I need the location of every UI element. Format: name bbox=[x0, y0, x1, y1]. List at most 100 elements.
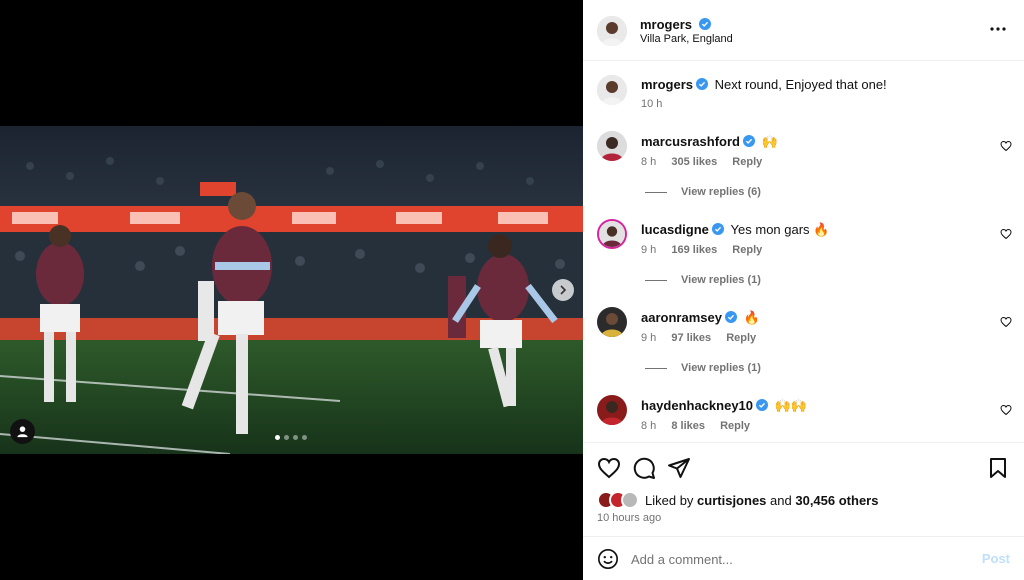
comment-meta: 8 h 305 likes Reply bbox=[641, 156, 774, 168]
replies-divider bbox=[645, 191, 667, 193]
media-panel bbox=[0, 0, 583, 580]
bookmark-icon[interactable] bbox=[986, 456, 1010, 480]
commenter-avatar[interactable] bbox=[597, 307, 627, 337]
comment-text: 🙌 bbox=[761, 134, 778, 149]
comment-username[interactable]: aaronramsey bbox=[641, 310, 722, 325]
comment-row: aaronramsey 🔥 9 h 97 likes Reply View re… bbox=[583, 304, 1024, 392]
comment-bubble-icon[interactable] bbox=[632, 456, 656, 480]
carousel-dot bbox=[284, 435, 289, 440]
likes-count[interactable]: 30,456 others bbox=[795, 493, 878, 508]
comment-meta: 9 h 97 likes Reply bbox=[641, 332, 768, 344]
commenter-avatar-image bbox=[597, 131, 627, 161]
post-viewer: mrogers Villa Park, England mrogers Next… bbox=[0, 0, 1024, 580]
post-details-panel: mrogers Villa Park, England mrogers Next… bbox=[583, 0, 1024, 580]
emoji-smile-icon[interactable] bbox=[597, 548, 619, 570]
comment-line: lucasdigne Yes mon gars 🔥 bbox=[641, 222, 829, 238]
author-avatar-image bbox=[597, 16, 627, 46]
comment-time: 9 h bbox=[641, 332, 657, 344]
view-replies-button[interactable]: View replies (6) bbox=[645, 186, 761, 198]
more-horizontal-icon[interactable] bbox=[990, 26, 1006, 32]
post-location[interactable]: Villa Park, England bbox=[640, 33, 733, 45]
comment-line: marcusrashford 🙌 bbox=[641, 134, 778, 150]
post-comment-button[interactable]: Post bbox=[982, 551, 1010, 566]
comment-row: haydenhackney10 🙌🙌 8 h 8 likes Reply bbox=[583, 392, 1024, 442]
heart-icon[interactable] bbox=[1000, 404, 1012, 416]
paper-plane-icon[interactable] bbox=[667, 456, 691, 480]
commenter-avatar[interactable] bbox=[597, 219, 627, 249]
commenter-avatar-image bbox=[599, 221, 625, 247]
comment-time: 8 h bbox=[641, 420, 657, 432]
author-avatar[interactable] bbox=[597, 75, 627, 105]
comment-likes[interactable]: 169 likes bbox=[671, 244, 717, 256]
replies-divider bbox=[645, 367, 667, 369]
comment-meta: 8 h 8 likes Reply bbox=[641, 420, 762, 432]
caption-row: mrogers Next round, Enjoyed that one! 10… bbox=[583, 72, 1024, 124]
caption-line: mrogers Next round, Enjoyed that one! bbox=[641, 77, 887, 92]
liked-by-and: and bbox=[770, 492, 792, 508]
comment-meta: 9 h 169 likes Reply bbox=[641, 244, 774, 256]
liked-by-user[interactable]: curtisjones bbox=[697, 493, 766, 508]
heart-icon[interactable] bbox=[1000, 228, 1012, 240]
comment-input[interactable] bbox=[631, 549, 961, 569]
caption-username[interactable]: mrogers bbox=[641, 77, 693, 92]
comment-composer: Post bbox=[583, 536, 1024, 580]
heart-icon[interactable] bbox=[597, 456, 621, 480]
carousel-dot bbox=[293, 435, 298, 440]
liked-by-prefix: Liked by bbox=[645, 492, 694, 508]
comment-text: 🔥 bbox=[743, 310, 760, 325]
author-username[interactable]: mrogers bbox=[640, 17, 692, 32]
comment-row: lucasdigne Yes mon gars 🔥 9 h 169 likes … bbox=[583, 216, 1024, 304]
comment-likes[interactable]: 8 likes bbox=[671, 420, 705, 432]
verified-badge-icon bbox=[724, 311, 737, 323]
heart-icon[interactable] bbox=[1000, 316, 1012, 328]
caption-time: 10 h bbox=[641, 98, 663, 110]
view-replies-label: View replies (1) bbox=[681, 274, 761, 286]
comment-likes[interactable]: 305 likes bbox=[671, 156, 717, 168]
carousel-indicator bbox=[275, 435, 307, 440]
reply-button[interactable]: Reply bbox=[720, 420, 750, 432]
chevron-right-icon bbox=[560, 285, 567, 295]
view-replies-button[interactable]: View replies (1) bbox=[645, 274, 761, 286]
comment-row: marcusrashford 🙌 8 h 305 likes Reply Vie… bbox=[583, 128, 1024, 216]
caption-meta: 10 h bbox=[641, 98, 674, 110]
view-replies-button[interactable]: View replies (1) bbox=[645, 362, 761, 374]
post-actions: Liked by curtisjones and 30,456 others 1… bbox=[583, 442, 1024, 538]
carousel-dot bbox=[275, 435, 280, 440]
liker-avatars[interactable] bbox=[597, 491, 643, 509]
comment-username[interactable]: haydenhackney10 bbox=[641, 398, 753, 413]
caption-text: Next round, Enjoyed that one! bbox=[714, 77, 887, 92]
post-photo[interactable] bbox=[0, 126, 583, 454]
author-avatar[interactable] bbox=[597, 16, 627, 46]
user-tag-icon bbox=[17, 426, 28, 438]
heart-icon[interactable] bbox=[1000, 140, 1012, 152]
commenter-avatar[interactable] bbox=[597, 395, 627, 425]
post-header: mrogers Villa Park, England bbox=[583, 0, 1024, 61]
reply-button[interactable]: Reply bbox=[732, 244, 762, 256]
carousel-dot bbox=[302, 435, 307, 440]
reply-button[interactable]: Reply bbox=[726, 332, 756, 344]
liked-by-summary: Liked by curtisjones and 30,456 others bbox=[597, 491, 878, 509]
view-replies-label: View replies (6) bbox=[681, 186, 761, 198]
football-celebration-image bbox=[0, 126, 583, 454]
verified-badge-icon bbox=[711, 223, 724, 235]
comment-time: 8 h bbox=[641, 156, 657, 168]
comment-username[interactable]: lucasdigne bbox=[641, 222, 709, 237]
comment-time: 9 h bbox=[641, 244, 657, 256]
comment-line: aaronramsey 🔥 bbox=[641, 310, 760, 326]
carousel-next-button[interactable] bbox=[552, 279, 574, 301]
tagged-users-button[interactable] bbox=[10, 419, 35, 444]
verified-badge-icon bbox=[756, 399, 769, 411]
comment-likes[interactable]: 97 likes bbox=[671, 332, 711, 344]
reply-button[interactable]: Reply bbox=[732, 156, 762, 168]
comments-list: mrogers Next round, Enjoyed that one! 10… bbox=[583, 62, 1024, 442]
post-timestamp[interactable]: 10 hours ago bbox=[597, 512, 661, 524]
author-avatar-image bbox=[597, 75, 627, 105]
liker-avatar bbox=[621, 491, 639, 509]
comment-line: haydenhackney10 🙌🙌 bbox=[641, 398, 807, 414]
verified-badge-icon bbox=[742, 135, 755, 147]
comment-text: 🙌🙌 bbox=[774, 398, 808, 413]
commenter-avatar[interactable] bbox=[597, 131, 627, 161]
comment-username[interactable]: marcusrashford bbox=[641, 134, 740, 149]
verified-badge-icon bbox=[699, 18, 712, 30]
comment-text: Yes mon gars 🔥 bbox=[730, 222, 830, 237]
